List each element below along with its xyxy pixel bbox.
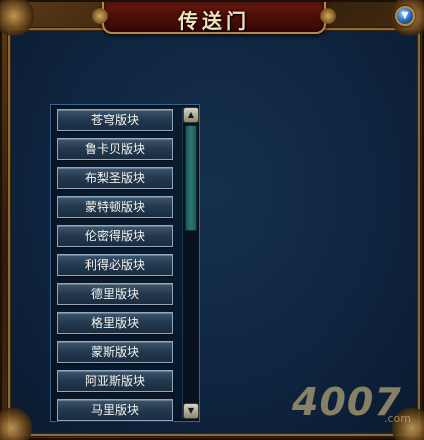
list-item[interactable]: 布梨圣版块: [57, 167, 173, 189]
corner-ornament: [0, 408, 32, 440]
window-title: 传送门: [178, 9, 250, 33]
title-plate: 传送门: [92, 2, 336, 34]
triangle-up-icon: ▲: [187, 110, 195, 119]
list-item[interactable]: 利得必版块: [57, 254, 173, 276]
list-item[interactable]: 伦密得版块: [57, 225, 173, 247]
list-item[interactable]: 苍穹版块: [57, 109, 173, 131]
teleport-list: 苍穹版块 鲁卡贝版块 布梨圣版块 蒙特顿版块 伦密得版块 利得必版块 德里版块 …: [50, 104, 200, 422]
triangle-down-icon: ▼: [187, 406, 195, 415]
list-item[interactable]: 鲁卡贝版块: [57, 138, 173, 160]
corner-ornament: [0, 0, 34, 36]
scrollbar-track[interactable]: ▲ ▼: [182, 107, 199, 419]
close-button[interactable]: ▼: [395, 6, 415, 26]
window-body: 苍穹版块 鲁卡贝版块 布梨圣版块 蒙特顿版块 伦密得版块 利得必版块 德里版块 …: [8, 28, 420, 436]
scroll-up-button[interactable]: ▲: [183, 107, 199, 123]
list-item[interactable]: 格里版块: [57, 312, 173, 334]
list-item[interactable]: 马里版块: [57, 399, 173, 421]
scrollbar-thumb[interactable]: [185, 125, 197, 231]
orb-close-icon: ▼: [401, 10, 409, 21]
list-item[interactable]: 德里版块: [57, 283, 173, 305]
list-item[interactable]: 蒙特顿版块: [57, 196, 173, 218]
list-item[interactable]: 蒙斯版块: [57, 341, 173, 363]
teleport-window: 苍穹版块 鲁卡贝版块 布梨圣版块 蒙特顿版块 伦密得版块 利得必版块 德里版块 …: [0, 0, 424, 440]
watermark-suffix: .com: [384, 412, 411, 425]
list-item[interactable]: 阿亚斯版块: [57, 370, 173, 392]
scroll-down-button[interactable]: ▼: [183, 403, 199, 419]
site-watermark: 4007 .com: [292, 380, 422, 436]
